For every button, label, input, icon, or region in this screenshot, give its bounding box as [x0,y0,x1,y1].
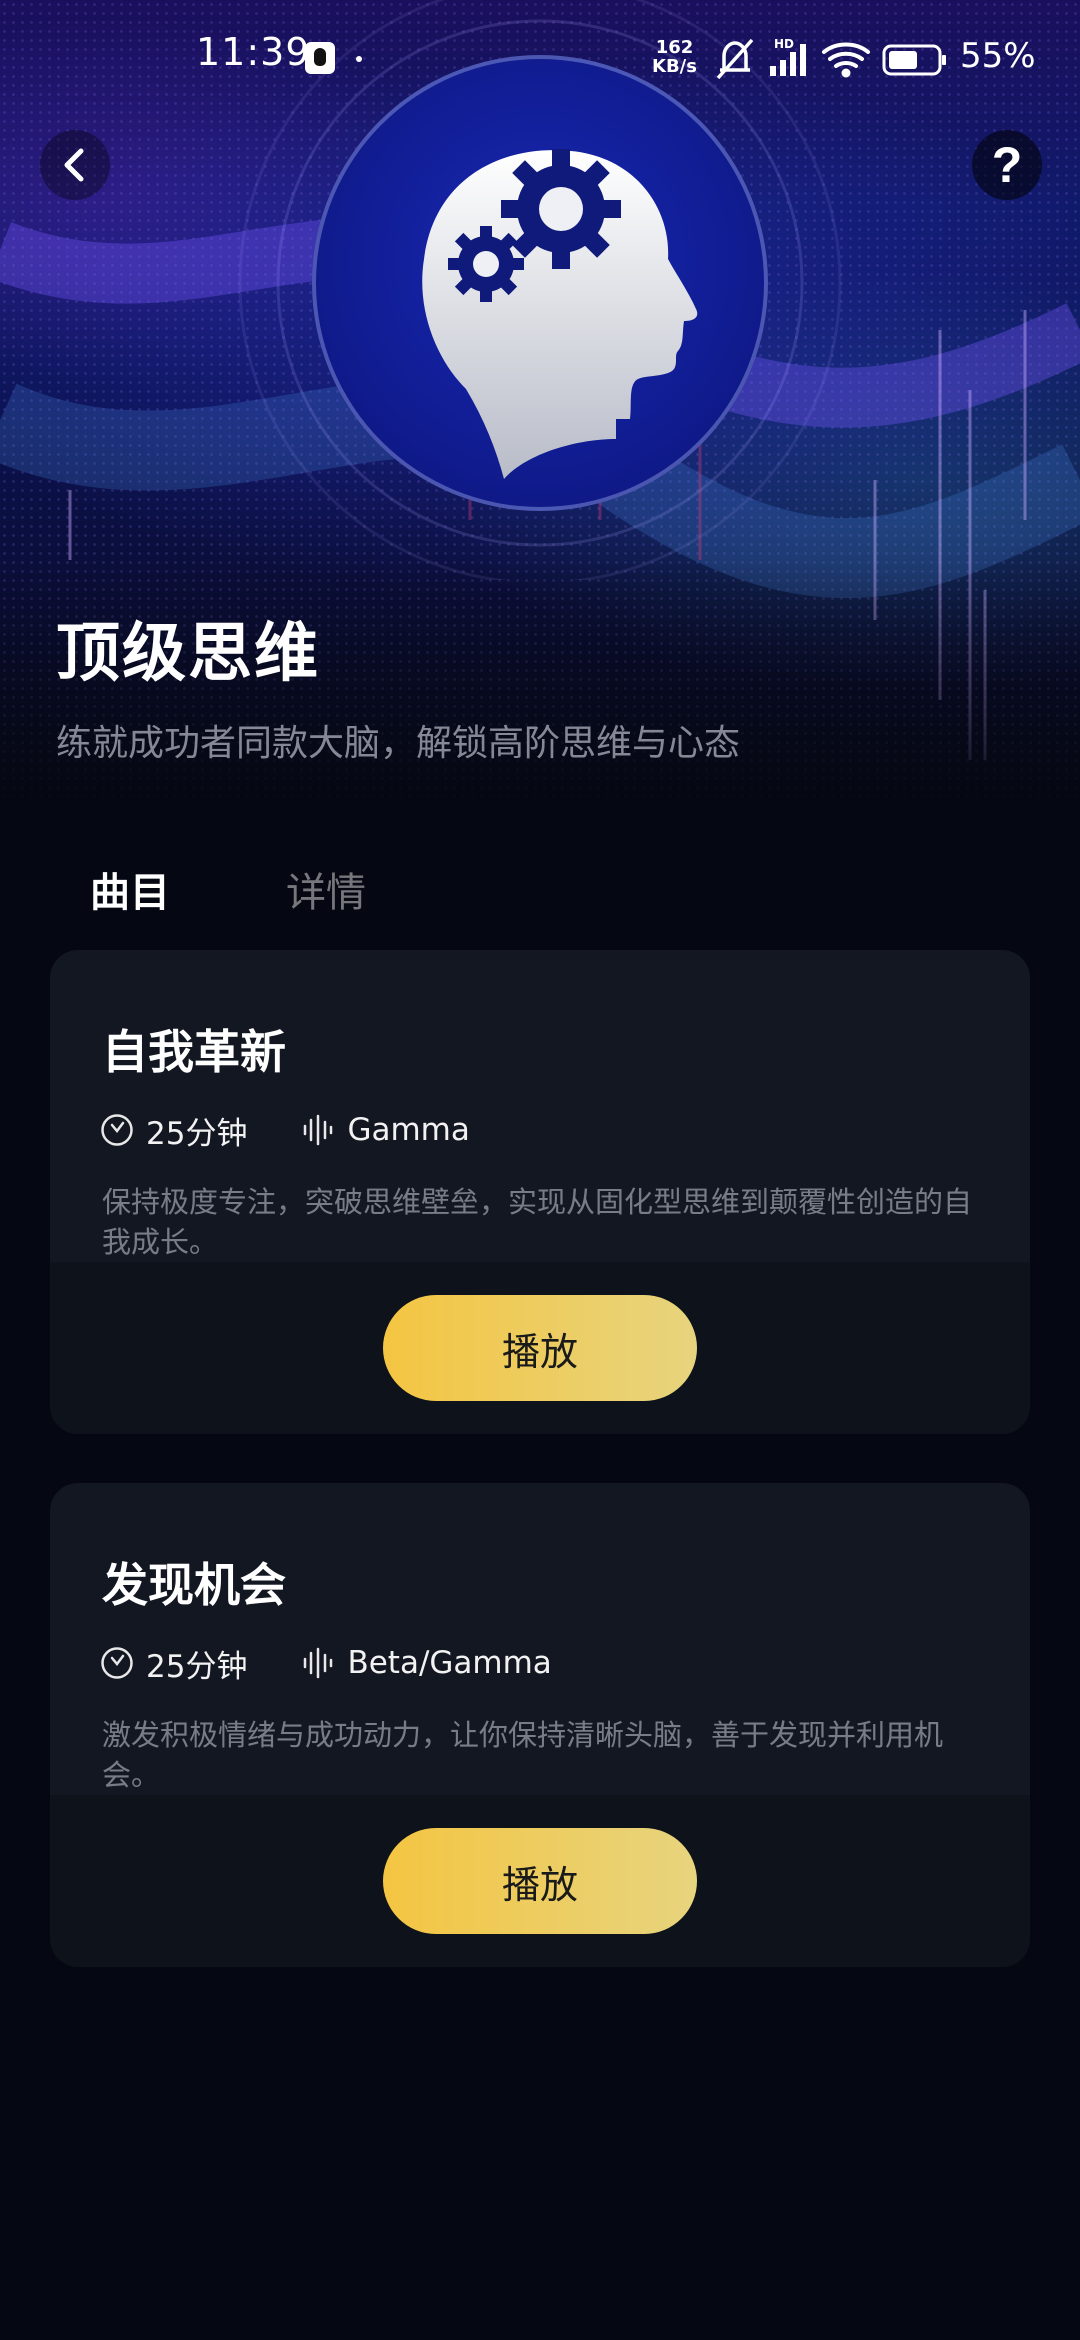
status-bar: 11:39 162 KB/s HD 55% [0,0,1080,118]
page-subtitle: 练就成功者同款大脑，解锁高阶思维与心态 [56,723,741,764]
chevron-left-icon [64,148,84,182]
track-card[interactable]: 自我革新 25分钟 Gamma 保持极度专注，突破思维壁垒，实现从固化型思维到颠… [50,950,1030,1434]
soundwave-icon [304,1647,333,1679]
hero-header: 顶级思维 练就成功者同款大脑，解锁高阶思维与心态 [0,0,1080,820]
track-meta: 25分钟 Beta/Gamma [100,1641,606,1686]
wifi-icon [822,42,870,78]
track-duration-text: 25分钟 [146,1115,248,1152]
play-button[interactable]: 播放 [383,1828,697,1934]
battery-percent: 55% [960,36,1036,76]
track-duration: 25分钟 [100,1108,247,1153]
back-button[interactable] [40,130,110,200]
qq-icon [305,42,335,74]
page-title: 顶级思维 [56,617,320,691]
track-title: 发现机会 [102,1558,286,1612]
status-icons: HD [716,37,946,80]
soundwave-icon [304,1114,333,1146]
track-wave: Gamma [301,1112,470,1148]
help-icon: ? [991,137,1023,193]
mute-bell-icon [716,38,754,80]
tab-bar: 曲目 详情 [0,850,1080,930]
track-meta: 25分钟 Gamma [100,1108,524,1153]
track-wave-text: Beta/Gamma [347,1645,552,1681]
network-speed: 162 KB/s [652,38,697,76]
cover-image [312,55,768,511]
track-wave-text: Gamma [347,1112,470,1148]
track-description: 保持极度专注，突破思维壁垒，实现从固化型思维到颠覆性创造的自我成长。 [102,1185,973,1259]
track-wave: Beta/Gamma [301,1645,552,1681]
network-speed-value: 162 [655,37,694,58]
track-card[interactable]: 发现机会 25分钟 Beta/Gamma 激发积极情绪与成功动力，让你保持清晰头… [50,1483,1030,1967]
track-description: 激发积极情绪与成功动力，让你保持清晰头脑，善于发现并利用机会。 [102,1718,944,1792]
tab-tracks[interactable]: 曲目 [90,860,170,918]
clock-icon [101,1114,133,1146]
network-speed-unit: KB/s [652,56,697,77]
play-button[interactable]: 播放 [383,1295,697,1401]
notification-dot-icon [356,56,362,62]
battery-icon [882,44,946,76]
brain-gears-head-icon [422,149,698,479]
hd-label: HD [774,37,794,51]
tab-details[interactable]: 详情 [286,860,366,918]
track-duration-text: 25分钟 [146,1648,248,1685]
status-time: 11:39 [196,30,311,74]
track-duration: 25分钟 [100,1641,247,1686]
track-title: 自我革新 [102,1025,286,1079]
clock-icon [101,1647,133,1679]
help-button[interactable]: ? [972,130,1042,200]
